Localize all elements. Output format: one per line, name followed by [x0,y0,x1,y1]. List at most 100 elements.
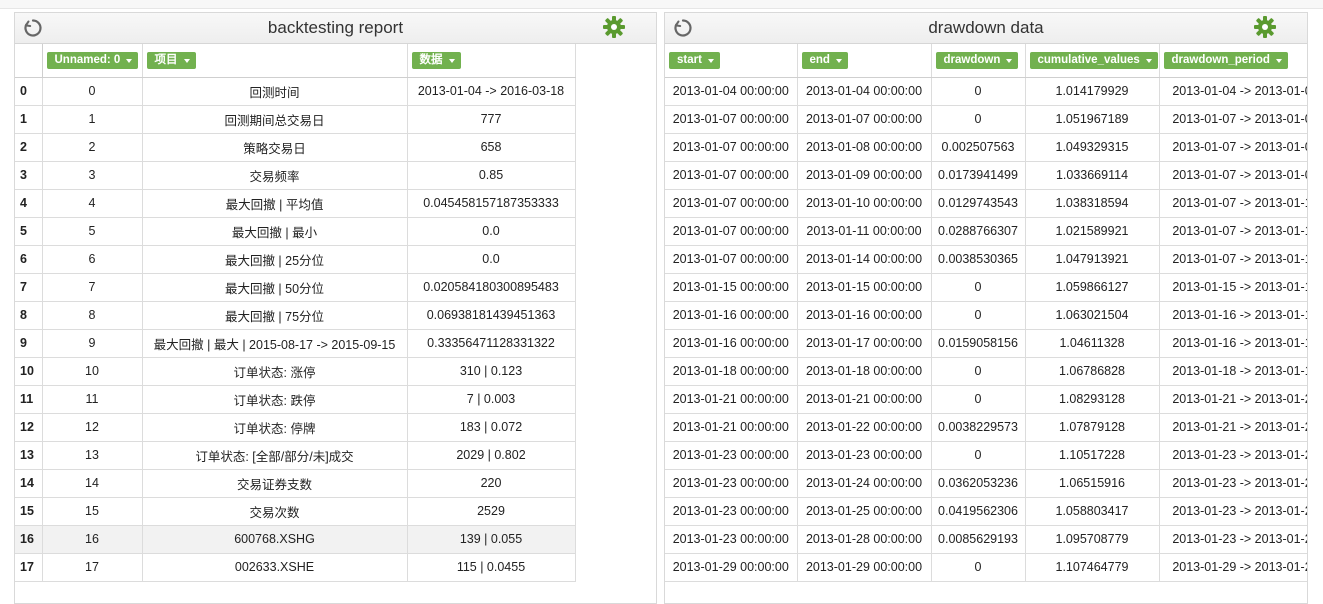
table-row[interactable]: 12 12 订单状态: 停牌 183 | 0.072 [15,413,576,442]
table-row[interactable]: 7 7 最大回撤 | 50分位 0.020584180300895483 [15,273,576,302]
row-index-cell: 10 [15,357,43,386]
table-cell: 2013-01-07 -> 2013-01-1 [1159,245,1307,274]
row-index-cell: 1 [15,105,43,134]
table-row[interactable]: 11 11 订单状态: 跌停 7 | 0.003 [15,385,576,414]
table-cell: 2013-01-23 -> 2013-01-2 [1159,525,1307,554]
table-cell: 2013-01-28 00:00:00 [797,525,932,554]
table-row[interactable]: 0 0 回测时间 2013-01-04 -> 2016-03-18 [15,77,576,106]
table-row[interactable]: 2013-01-07 00:00:00 2013-01-10 00:00:00 0.… [665,189,1307,218]
table-cell: 1.10517228 [1025,441,1160,470]
table-row[interactable]: 5 5 最大回撤 | 最小 0.0 [15,217,576,246]
table-row[interactable]: 2013-01-04 00:00:00 2013-01-04 00:00:00 0 1… [665,77,1307,106]
table-cell: 5 [42,217,143,246]
table-cell: 最大回撤 | 最大 | 2015-08-17 -> 2015-09-15 [142,329,408,358]
backtesting-table-wrap[interactable]: Unnamed: 0 项目 数据 0 0 回测时间 2013-01-04 -> 201… [15,44,656,603]
caret-down-icon [1145,58,1152,63]
table-row[interactable]: 2013-01-07 00:00:00 2013-01-11 00:00:00 0.… [665,217,1307,246]
row-index-cell: 5 [15,217,43,246]
column-menu-button[interactable]: 项目 [146,51,196,69]
table-cell: 交易频率 [142,161,408,190]
table-cell: 17 [42,553,143,582]
row-index-cell: 3 [15,161,43,190]
table-cell: 2013-01-23 -> 2013-01-2 [1159,497,1307,526]
table-row[interactable]: 2013-01-21 00:00:00 2013-01-21 00:00:00 0 1… [665,385,1307,414]
table-cell: 1.049329315 [1025,133,1160,162]
table-row[interactable]: 13 13 订单状态: [全部/部分/未]成交 2029 | 0.802 [15,441,576,470]
table-cell: 0.0 [407,245,576,274]
table-cell: 2013-01-16 00:00:00 [797,301,932,330]
table-cell: 1.107464779 [1025,553,1160,582]
gear-icon[interactable] [1253,15,1277,39]
table-cell: 11 [42,385,143,414]
caret-down-icon [707,58,714,63]
table-row[interactable]: 16 16 600768.XSHG 139 | 0.055 [15,525,576,554]
table-cell: 10 [42,357,143,386]
table-row[interactable]: 2013-01-15 00:00:00 2013-01-15 00:00:00 0 1… [665,273,1307,302]
table-row[interactable]: 2 2 策略交易日 658 [15,133,576,162]
caret-down-icon [126,58,133,63]
table-row[interactable]: 8 8 最大回撤 | 75分位 0.06938181439451363 [15,301,576,330]
table-cell: 2013-01-07 00:00:00 [665,189,798,218]
table-row[interactable]: 2013-01-07 00:00:00 2013-01-14 00:00:00 0.… [665,245,1307,274]
table-row[interactable]: 15 15 交易次数 2529 [15,497,576,526]
table-row[interactable]: 10 10 订单状态: 涨停 310 | 0.123 [15,357,576,386]
index-header [15,44,43,78]
column-menu-button[interactable]: cumulative_values [1029,51,1158,69]
table-cell: 2013-01-14 00:00:00 [797,245,932,274]
table-row[interactable]: 14 14 交易证券支数 220 [15,469,576,498]
gear-icon[interactable] [602,15,626,39]
row-index-cell: 4 [15,189,43,218]
table-cell: 2013-01-18 00:00:00 [665,357,798,386]
table-cell: 最大回撤 | 平均值 [142,189,408,218]
table-row[interactable]: 2013-01-23 00:00:00 2013-01-24 00:00:00 0.… [665,469,1307,498]
drawdown-table-wrap[interactable]: start end drawdown cumulative_values dra… [665,44,1307,603]
table-cell: 0.0173941499 [931,161,1026,190]
table-row[interactable]: 2013-01-07 00:00:00 2013-01-07 00:00:00 0 1… [665,105,1307,134]
table-cell: 最大回撤 | 25分位 [142,245,408,274]
table-cell: 1.063021504 [1025,301,1160,330]
column-menu-button[interactable]: drawdown_period [1163,51,1288,69]
table-row[interactable]: 1 1 回测期间总交易日 777 [15,105,576,134]
table-row[interactable]: 2013-01-21 00:00:00 2013-01-22 00:00:00 0.… [665,413,1307,442]
table-row[interactable]: 2013-01-29 00:00:00 2013-01-29 00:00:00 0 1… [665,553,1307,582]
table-cell: 2013-01-18 00:00:00 [797,357,932,386]
table-cell: 2013-01-18 -> 2013-01-1 [1159,357,1307,386]
table-row[interactable]: 2013-01-16 00:00:00 2013-01-17 00:00:00 0.… [665,329,1307,358]
column-menu-button[interactable]: drawdown [935,51,1019,69]
row-index-cell: 15 [15,497,43,526]
table-cell: 12 [42,413,143,442]
column-menu-button[interactable]: Unnamed: 0 [46,51,139,69]
column-label: 项目 [154,53,178,66]
table-row[interactable]: 2013-01-23 00:00:00 2013-01-23 00:00:00 0 1… [665,441,1307,470]
table-cell: 16 [42,525,143,554]
table-row[interactable]: 9 9 最大回撤 | 最大 | 2015-08-17 -> 2015-09-15 0.… [15,329,576,358]
panel-header: drawdown data [665,13,1307,44]
column-menu-button[interactable]: end [801,51,848,69]
table-cell: 1.06786828 [1025,357,1160,386]
table-row[interactable]: 2013-01-23 00:00:00 2013-01-25 00:00:00 0.… [665,497,1307,526]
table-row[interactable]: 2013-01-07 00:00:00 2013-01-08 00:00:00 0.… [665,133,1307,162]
table-row[interactable]: 2013-01-07 00:00:00 2013-01-09 00:00:00 0.… [665,161,1307,190]
table-cell: 2013-01-07 -> 2013-01-0 [1159,133,1307,162]
table-row[interactable]: 4 4 最大回撤 | 平均值 0.045458157187353333 [15,189,576,218]
row-index-cell: 0 [15,77,43,106]
table-cell: 2013-01-07 00:00:00 [665,217,798,246]
row-index-cell: 13 [15,441,43,470]
table-row[interactable]: 2013-01-23 00:00:00 2013-01-28 00:00:00 0.… [665,525,1307,554]
table-row[interactable]: 17 17 002633.XSHE 115 | 0.0455 [15,553,576,582]
table-cell: 0 [931,273,1026,302]
table-row[interactable]: 2013-01-16 00:00:00 2013-01-16 00:00:00 0 1… [665,301,1307,330]
table-cell: 0.0159058156 [931,329,1026,358]
drawdown-table-body: 2013-01-04 00:00:00 2013-01-04 00:00:00 0 1… [665,77,1307,582]
column-menu-button[interactable]: 数据 [411,51,461,69]
table-row[interactable]: 6 6 最大回撤 | 25分位 0.0 [15,245,576,274]
row-index-cell: 11 [15,385,43,414]
table-row[interactable]: 3 3 交易频率 0.85 [15,161,576,190]
column-menu-button[interactable]: start [669,51,720,69]
table-cell: 订单状态: [全部/部分/未]成交 [142,441,408,470]
table-row[interactable]: 2013-01-18 00:00:00 2013-01-18 00:00:00 0 1… [665,357,1307,386]
table-cell: 2013-01-25 00:00:00 [797,497,932,526]
table-cell: 0 [42,77,143,106]
table-cell: 115 | 0.0455 [407,553,576,582]
table-cell: 0.0288766307 [931,217,1026,246]
